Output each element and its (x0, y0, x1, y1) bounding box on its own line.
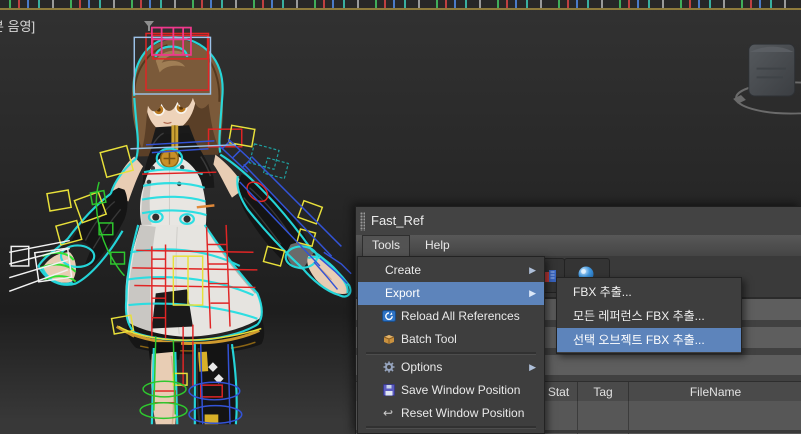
tools-dropdown-menu: Create ▶ Export ▶ Reload All References … (357, 256, 545, 434)
chevron-right-icon: ▶ (529, 282, 536, 305)
viewport-shading-label[interactable]: 본 음영] (0, 18, 35, 36)
chevron-right-icon: ▶ (529, 259, 536, 282)
window-title: Fast_Ref (371, 213, 424, 228)
menu-separator (366, 426, 536, 429)
menu-item-reload-all-references[interactable]: Reload All References (358, 305, 544, 328)
menu-item-save-window-position[interactable]: Save Window Position (358, 379, 544, 402)
grid-header-stat[interactable]: Stat (540, 382, 578, 402)
funnel-filter-icon[interactable] (142, 19, 156, 33)
grid-header-tag[interactable]: Tag (578, 382, 629, 402)
menu-help[interactable]: Help (416, 235, 459, 255)
menu-item-batch-tool[interactable]: Batch Tool (358, 328, 544, 351)
screen: 본 음영] Fast_Ref Tools Help (0, 0, 801, 434)
drag-grip[interactable] (360, 212, 365, 231)
xref-reload-icon (382, 309, 396, 323)
menu-tools[interactable]: Tools (362, 235, 410, 256)
menu-item-options[interactable]: Options ▶ (358, 356, 544, 379)
gear-icon (382, 360, 396, 374)
menu-separator (366, 352, 536, 355)
submenu-item-selected-objects-fbx-export[interactable]: 선택 오브젝트 FBX 추출... (557, 328, 741, 352)
chevron-right-icon: ▶ (529, 356, 536, 379)
scene-prop (733, 44, 801, 113)
window-title-bar[interactable]: Fast_Ref (356, 207, 801, 235)
submenu-item-fbx-export[interactable]: FBX 추출... (557, 280, 741, 304)
grid-header-filename[interactable]: FileName (629, 382, 801, 402)
batch-box-icon (382, 332, 396, 346)
submenu-item-all-references-fbx-export[interactable]: 모든 레퍼런스 FBX 추출... (557, 304, 741, 328)
menu-item-reset-window-position[interactable]: ↩ Reset Window Position (358, 402, 544, 425)
main-menubar-strip (0, 0, 801, 8)
menu-item-export[interactable]: Export ▶ (358, 282, 544, 305)
reset-arrow-icon: ↩ (380, 402, 396, 425)
floppy-icon (382, 383, 396, 397)
menu-item-create[interactable]: Create ▶ (358, 259, 544, 282)
export-submenu: FBX 추출... 모든 레퍼런스 FBX 추출... 선택 오브젝트 FBX … (556, 277, 742, 354)
window-menubar: Tools Help (356, 235, 801, 257)
